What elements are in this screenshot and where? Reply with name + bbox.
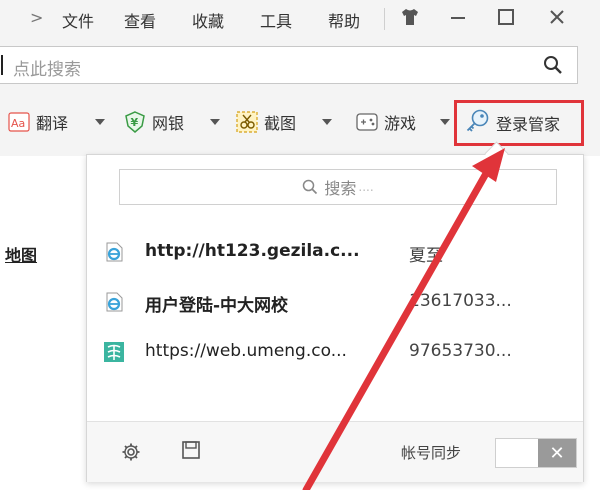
annotation-arrow [302, 148, 505, 490]
